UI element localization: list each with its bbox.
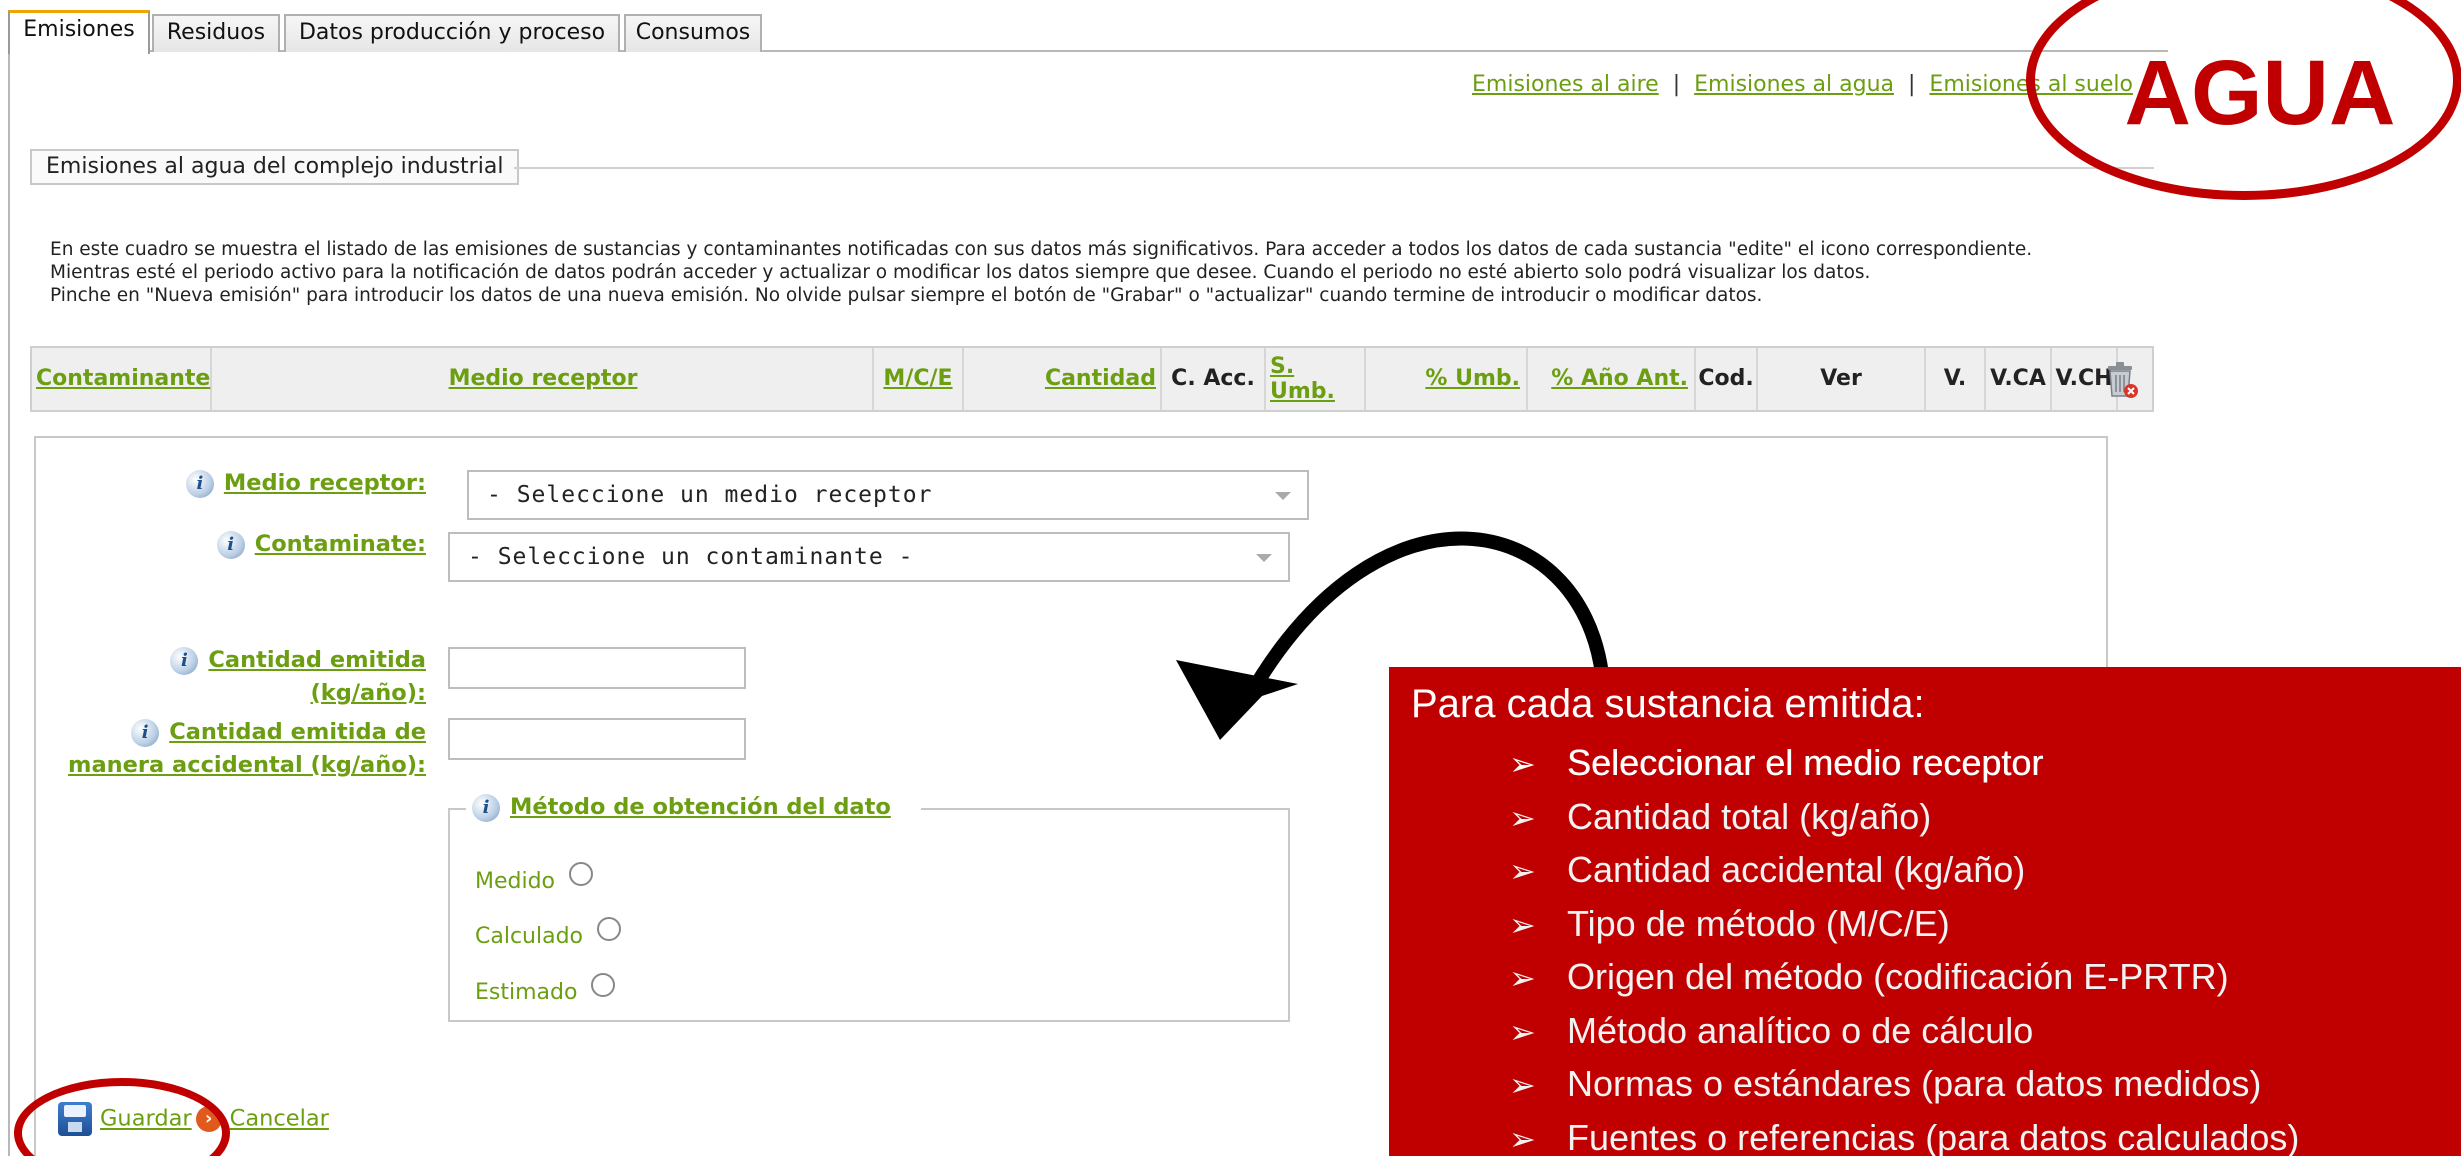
section-title: Emisiones al agua del complejo industria…: [30, 149, 520, 185]
bullet-text: Cantidad accidental (kg/año): [1567, 849, 2026, 890]
bullet-text: Método analítico o de cálculo: [1567, 1009, 2034, 1051]
header-porc-ano-ant[interactable]: % Año Ant.: [1528, 348, 1696, 410]
info-icon[interactable]: i: [216, 530, 245, 559]
bullet-text: Origen del método (codificación E-PRTR): [1567, 956, 2229, 997]
bullet-text: Fuentes o referencias (para datos calcul…: [1567, 1116, 2300, 1156]
radio-button[interactable]: [591, 973, 616, 997]
radio-calculado[interactable]: Calculado: [475, 917, 622, 949]
info-icon[interactable]: i: [472, 793, 500, 822]
section-divider: [514, 167, 2154, 169]
bullet-item: ➢ Seleccionar el medio receptor: [1509, 737, 2299, 791]
arrow-bullet-icon: ➢: [1509, 1120, 1536, 1156]
arrow-bullet-icon: ➢: [1509, 1067, 1536, 1103]
bullet-item: ➢ Cantidad accidental (kg/año): [1509, 844, 2299, 898]
intro-line: Mientras esté el periodo activo para la …: [50, 262, 1871, 283]
link-separator: |: [1672, 72, 1681, 97]
cantidad-emitida-label-line2: (kg/año):: [310, 680, 426, 706]
medio-receptor-label[interactable]: i Medio receptor:: [150, 467, 426, 500]
panel-title: Para cada sustancia emitida:: [1411, 682, 1925, 726]
arrow-bullet-icon: ➢: [1509, 960, 1536, 996]
link-emisiones-aire[interactable]: Emisiones al aire: [1472, 72, 1659, 97]
bullet-item: ➢ Tipo de método (M/C/E): [1509, 898, 2299, 952]
header-medio-receptor[interactable]: Medio receptor: [214, 348, 874, 410]
bullet-text: Normas o estándares (para datos medidos): [1567, 1063, 2262, 1104]
radio-button[interactable]: [597, 917, 622, 941]
radio-medido[interactable]: Medido: [475, 862, 594, 894]
cantidad-accidental-input[interactable]: [448, 718, 746, 760]
header-s-umb[interactable]: S. Umb.: [1266, 348, 1366, 410]
arrow-bullet-icon: ➢: [1509, 906, 1536, 943]
arrow-bullet-icon: ➢: [1509, 799, 1536, 836]
cantidad-accidental-label[interactable]: i Cantidad emitida de manera accidental (k…: [40, 716, 426, 782]
header-cod: Cod.: [1696, 348, 1758, 410]
metodo-obtencion-legend-text: Método de obtención del dato: [510, 794, 891, 820]
intro-line: Pinche en "Nueva emisión" para introduci…: [50, 285, 1763, 306]
info-icon[interactable]: i: [131, 718, 160, 747]
cantidad-emitida-label-line1: Cantidad emitida: [208, 647, 426, 673]
bullet-item: ➢ Método analítico o de cálculo: [1509, 1005, 2299, 1059]
bullet-item: ➢ Origen del método (codificación E-PRTR): [1509, 951, 2299, 1005]
tab-consumos[interactable]: Consumos: [624, 14, 762, 52]
info-icon[interactable]: i: [185, 469, 214, 498]
header-ver: Ver: [1758, 348, 1926, 410]
frame-border: [8, 52, 10, 1156]
arrow-bullet-icon: ➢: [1509, 853, 1536, 889]
bullet-list: ➢ Seleccionar el medio receptor ➢ Cantidad…: [1509, 737, 2299, 1156]
tab-bar: Emisiones Residuos Datos producción y pr…: [8, 10, 2168, 54]
header-porc-umb[interactable]: % Umb.: [1366, 348, 1528, 410]
radio-estimado[interactable]: Estimado: [475, 973, 616, 1005]
radio-medido-label: Medido: [475, 869, 556, 894]
trash-icon[interactable]: [2104, 360, 2140, 400]
bullet-item: ➢ Fuentes o referencias (para datos calcu…: [1509, 1112, 2299, 1156]
contaminante-selected: - Seleccione un contaminante -: [468, 544, 914, 570]
bullet-text: Seleccionar el medio receptor: [1567, 742, 2044, 783]
metodo-obtencion-legend[interactable]: i Método de obtención del dato: [466, 790, 921, 824]
arrow-bullet-icon: ➢: [1509, 1013, 1536, 1050]
contaminante-label[interactable]: i Contaminate:: [150, 528, 426, 561]
instructions-panel: Para cada sustancia emitida: ➢ Selecciona…: [1389, 667, 2461, 1156]
radio-calculado-label: Calculado: [475, 924, 584, 949]
cantidad-emitida-input[interactable]: [448, 647, 746, 689]
cancel-button[interactable]: Cancelar: [230, 1106, 329, 1132]
info-icon[interactable]: i: [170, 646, 199, 675]
header-v-ca: V.CA: [1986, 348, 2052, 410]
radio-button[interactable]: [569, 862, 594, 886]
header-cantidad[interactable]: Cantidad: [964, 348, 1162, 410]
contaminante-label-text: Contaminate:: [254, 531, 426, 557]
cantidad-emitida-label[interactable]: i Cantidad emitida (kg/año):: [60, 644, 426, 710]
bullet-text: Cantidad total (kg/año): [1567, 795, 1932, 837]
bullet-item: ➢ Normas o estándares (para datos medidos…: [1509, 1058, 2299, 1112]
cantidad-accidental-label-line2: manera accidental (kg/año):: [68, 752, 426, 778]
header-contaminante[interactable]: Contaminante: [32, 348, 212, 410]
medio-receptor-selected: - Seleccione un medio receptor: [487, 482, 933, 508]
header-v: V.: [1926, 348, 1986, 410]
agua-badge: AGUA: [2124, 42, 2396, 144]
header-s-umb-line2: Umb.: [1270, 379, 1335, 404]
tab-datos-produccion[interactable]: Datos producción y proceso: [284, 14, 620, 52]
arrow-bullet-icon: ➢: [1509, 746, 1536, 782]
bullet-item: ➢ Cantidad total (kg/año): [1509, 791, 2299, 845]
link-separator: |: [1908, 72, 1916, 97]
header-s-umb-line1: S.: [1270, 354, 1295, 379]
tab-residuos[interactable]: Residuos: [152, 14, 280, 52]
header-mce[interactable]: M/C/E: [874, 348, 964, 410]
intro-text: En este cuadro se muestra el listado de …: [50, 238, 2032, 307]
medio-receptor-label-text: Medio receptor:: [223, 470, 426, 496]
intro-line: En este cuadro se muestra el listado de …: [50, 239, 2033, 260]
radio-estimado-label: Estimado: [475, 980, 578, 1005]
link-emisiones-agua[interactable]: Emisiones al agua: [1694, 72, 1894, 97]
tab-emisiones[interactable]: Emisiones: [8, 10, 150, 54]
emissions-table-header: Contaminante Medio receptor M/C/E Cantid…: [30, 346, 2154, 412]
bullet-text: Tipo de método (M/C/E): [1567, 902, 1950, 944]
header-c-acc: C. Acc.: [1162, 348, 1266, 410]
cantidad-accidental-label-line1: Cantidad emitida de: [169, 719, 426, 745]
